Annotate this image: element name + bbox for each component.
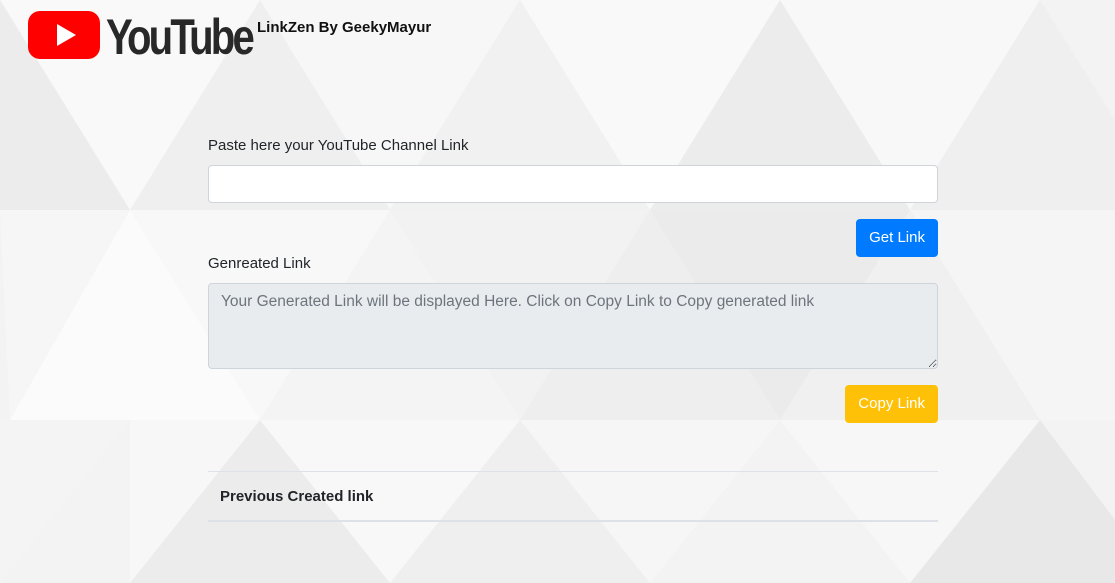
youtube-wordmark: YouTube [106, 10, 254, 60]
channel-link-label: Paste here your YouTube Channel Link [208, 137, 469, 154]
header: YouTube LinkZen By GeekyMayur [0, 0, 1115, 60]
generated-link-textarea[interactable] [208, 283, 938, 369]
copy-link-button[interactable]: Copy Link [845, 385, 938, 423]
get-link-button[interactable]: Get Link [856, 219, 938, 257]
youtube-logo-icon[interactable]: YouTube [28, 10, 254, 60]
app-title: LinkZen By GeekyMayur [257, 19, 432, 36]
channel-link-input[interactable] [208, 165, 938, 203]
previous-links-heading: Previous Created link [208, 471, 938, 522]
previous-links-table: Previous Created link [208, 471, 938, 522]
generated-link-label: Genreated Link [208, 255, 311, 272]
